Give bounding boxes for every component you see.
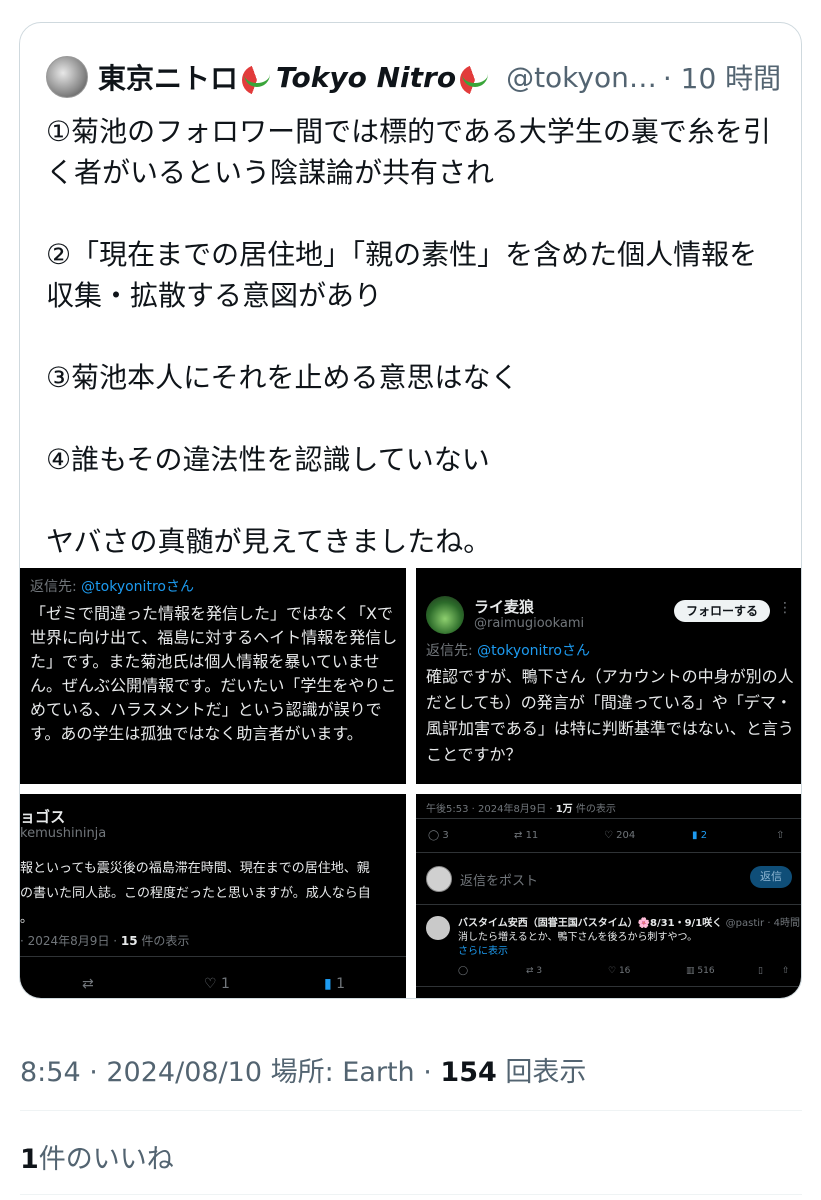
watermelon-emoji-icon (240, 63, 274, 95)
show-more-link: さらに表示 (458, 946, 508, 957)
quoted-post-text: ①菊池のフォロワー間では標的である大学生の裏で糸を引く者がいるという陰謀論が共有… (46, 111, 776, 562)
reply-placeholder: 返信をポスト (460, 874, 539, 889)
text-paragraph: ③菊池本人にそれを止める意思はなく (46, 361, 519, 394)
text-paragraph: ②「現在までの居住地」「親の素性」を含めた個人情報を収集・拡散する意図があり (46, 238, 758, 312)
avatar (426, 866, 452, 892)
user-name: ョゴス (20, 808, 66, 826)
reply-to-line: 返信先: @tokyonitroさん (30, 576, 194, 596)
reply-to-label: 返信先: (426, 643, 478, 659)
quoted-post-card[interactable]: 東京ニトロ Tokyo Nitro @tokyon… · 10 時間 ①菊池のフ… (19, 22, 802, 999)
follow-button: フォローする (674, 600, 770, 622)
post-timestamp[interactable]: 8:54 · 2024/08/10 場所: Earth · (20, 1057, 440, 1088)
post-footer-meta: 8:54 · 2024/08/10 場所: Earth · 154 回表示 (20, 1050, 586, 1089)
views-icon: ▥ 516 (686, 966, 715, 976)
screenshot-image-2[interactable]: ライ麦狼 @raimugiookami フォローする ⋮ 返信先: @tokyo… (416, 568, 801, 784)
screenshot-image-1[interactable]: 返信先: @tokyonitroさん 「ゼミで間違った情報を発信した」ではなく「… (20, 568, 406, 784)
divider (416, 986, 801, 987)
watermelon-emoji-icon (458, 63, 492, 95)
view-count: 1万 (555, 804, 573, 815)
text-paragraph: ヤバさの真髄が見えてきましたね。 (46, 525, 492, 558)
bookmark-count: 1 (336, 976, 346, 992)
post-meta: · 2024年8月9日 · 15 件の表示 (20, 932, 189, 949)
quoted-post-header: 東京ニトロ Tokyo Nitro @tokyon… · 10 時間 (46, 55, 781, 99)
reply-author: バスタイム安西（固甞王国バスタイム）🌸8/31・9/1咲く @pastir · … (458, 914, 800, 929)
reply-body: 「ゼミで間違った情報を発信した」ではなく「Xで世界に向け出て、福島に対するヘイト… (30, 604, 398, 743)
user-name: ライ麦狼 (474, 598, 535, 616)
reply-to-label: 返信先: (30, 579, 82, 595)
post-body-line: 報といっても震災後の福島滞在時間、現在までの居住地、親 (20, 861, 370, 876)
reply-to-line: 返信先: @tokyonitroさん (426, 640, 590, 660)
reply-button: 返信 (750, 866, 792, 888)
divider (20, 956, 406, 957)
share-icon: ⇧ (776, 830, 785, 841)
like-icon: ♡ 1 (204, 976, 230, 992)
likes-label: 件のいいね (38, 1144, 174, 1175)
like-count: 16 (618, 966, 631, 976)
author-avatar[interactable] (46, 56, 88, 98)
like-count: 1 (221, 976, 230, 992)
retweet-icon: ⇄ (82, 976, 94, 992)
reply-author-handle: @pastir · 4時間 (725, 918, 801, 929)
view-count: 154 (440, 1057, 497, 1088)
avatar (426, 916, 450, 940)
post-body-line: 。 (20, 911, 34, 926)
bookmark-icon: ▯ (758, 966, 763, 976)
reply-body: 確認ですが、鴨下さん（アカウントの中身が別の人だとしても）の発言が「間違っている… (426, 667, 794, 764)
text-paragraph: ①菊池のフォロワー間では標的である大学生の裏で糸を引く者がいるという陰謀論が共有… (46, 115, 771, 189)
like-count: 1 (20, 1144, 39, 1175)
post-body-line: の書いた同人誌。この程度だったと思いますが。成人なら自 (20, 886, 371, 901)
like-icon: ♡ 204 (604, 830, 636, 841)
author-name-en[interactable]: Tokyo Nitro (276, 61, 456, 94)
user-handle: kemushininja (20, 826, 107, 841)
bookmark-icon: ▮ 1 (324, 976, 346, 992)
view-count: 516 (697, 966, 715, 976)
post-meta: 午後5:53 · 2024年8月9日 · 1万 件の表示 (426, 800, 616, 815)
view-count: 15 (120, 934, 138, 948)
author-name-jp[interactable]: 東京ニトロ (98, 57, 238, 97)
like-count: 204 (616, 830, 636, 841)
user-handle: @raimugiookami (474, 616, 585, 631)
bookmark-count: 2 (700, 830, 708, 841)
reply-to-handle: @tokyonitroさん (477, 643, 590, 659)
bookmark-icon: ▮ 2 (692, 830, 708, 841)
reply-icon: ◯ (458, 966, 469, 976)
author-handle[interactable]: @tokyon… (506, 61, 657, 94)
divider (416, 904, 801, 905)
image-grid: 返信先: @tokyonitroさん 「ゼミで間違った情報を発信した」ではなく「… (20, 568, 801, 998)
reply-to-handle: @tokyonitroさん (81, 579, 194, 595)
retweet-count: 11 (525, 830, 539, 841)
post-time: · 10 時間 (662, 62, 782, 95)
divider (20, 1194, 802, 1195)
likes-link[interactable]: 1件のいいね (20, 1137, 174, 1176)
view-suffix: 件の表示 (572, 804, 616, 815)
view-suffix: 回表示 (496, 1057, 587, 1088)
divider (416, 852, 801, 853)
retweet-icon: ⇄ 11 (514, 830, 539, 841)
post-body: 報といっても震災後の福島滞在時間、現在までの居住地、親 の書いた同人誌。この程度… (20, 856, 406, 931)
divider (20, 1110, 802, 1111)
retweet-count: 3 (536, 966, 543, 976)
share-icon: ⇧ (782, 966, 790, 976)
screenshot-image-4[interactable]: 午後5:53 · 2024年8月9日 · 1万 件の表示 ◯ 3 ⇄ 11 ♡ … (416, 794, 801, 998)
divider (416, 818, 801, 819)
like-icon: ♡ 16 (608, 966, 631, 976)
reply-count: 3 (442, 830, 449, 841)
post-date: 午後5:53 · 2024年8月9日 · (426, 804, 556, 815)
avatar (426, 596, 464, 634)
retweet-icon: ⇄ 3 (526, 966, 543, 976)
reply-body: 消したら増えるとか、鴨下さんを後ろから刺すやつ。 (458, 932, 698, 943)
more-icon: ⋮ (778, 600, 792, 616)
reply-icon: ◯ 3 (428, 830, 449, 841)
post-date: · 2024年8月9日 · (20, 934, 121, 948)
view-suffix: 件の表示 (137, 934, 190, 948)
screenshot-image-3[interactable]: ョゴス kemushininja 報といっても震災後の福島滞在時間、現在までの居… (20, 794, 406, 998)
text-paragraph: ④誰もその違法性を認識していない (46, 443, 490, 476)
